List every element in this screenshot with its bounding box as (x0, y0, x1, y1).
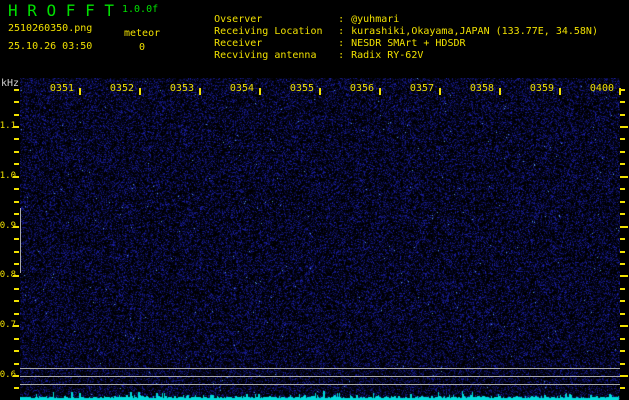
y-axis-tick-minor-left (14, 363, 19, 365)
chart-axes-layer: 1.1 1.0 0.9 0.8 0.7 0.6 0351 0352 0353 0354 0355 03… (0, 0, 629, 400)
y-axis-tick-minor-left (14, 387, 19, 389)
x-axis-label: 0355 (289, 83, 314, 94)
y-axis-tick-major-right (620, 126, 628, 128)
y-axis-tick-minor-left (14, 114, 19, 116)
y-axis-label: 1.0 (0, 171, 16, 181)
y-axis-tick-major-right (620, 275, 628, 277)
x-axis-label: 0354 (229, 83, 254, 94)
y-axis-tick-minor-right (620, 251, 625, 253)
y-axis-tick-minor-left (14, 300, 19, 302)
y-axis-tick-minor-right (620, 201, 625, 203)
y-axis-tick-minor-left (14, 163, 19, 165)
y-axis-tick-minor-left (14, 151, 19, 153)
y-axis-tick-minor-left (14, 188, 19, 190)
y-axis-tick-minor-right (620, 288, 625, 290)
y-axis-tick-minor-right (620, 138, 625, 140)
reference-line (20, 376, 620, 377)
y-axis-tick-minor-right (620, 363, 625, 365)
y-axis-tick-minor-left (14, 89, 19, 91)
y-axis-tick-minor-right (620, 151, 625, 153)
y-axis-tick-minor-left (14, 313, 19, 315)
y-axis-tick-minor-left (14, 101, 19, 103)
x-axis-label: 0400 (589, 83, 614, 94)
y-axis-tick-minor-right (620, 163, 625, 165)
reference-line (20, 384, 620, 385)
y-axis-label: 0.8 (0, 270, 16, 280)
y-axis-tick-minor-left (14, 263, 19, 265)
x-axis-label: 0351 (49, 83, 74, 94)
x-axis-tick (79, 88, 81, 95)
x-axis-tick (499, 88, 501, 95)
x-axis-label: 0356 (349, 83, 374, 94)
x-axis-label: 0359 (529, 83, 554, 94)
x-axis-label: 0358 (469, 83, 494, 94)
y-axis-tick-minor-right (620, 263, 625, 265)
y-axis-tick-minor-right (620, 114, 625, 116)
x-axis-tick (259, 88, 261, 95)
y-axis-tick-minor-right (620, 350, 625, 352)
y-axis-tick-major-right (620, 226, 628, 228)
y-axis-label: 0.9 (0, 221, 16, 231)
y-axis-tick-major-right (620, 325, 628, 327)
y-axis-tick-minor-right (620, 238, 625, 240)
y-axis-tick-minor-left (14, 338, 19, 340)
x-axis-label: 0352 (109, 83, 134, 94)
x-axis-label: 0357 (409, 83, 434, 94)
y-axis-tick-minor-left (14, 288, 19, 290)
y-axis-tick-minor-left (14, 350, 19, 352)
y-axis-tick-minor-left (14, 213, 19, 215)
reference-line (20, 368, 620, 369)
frequency-band-marker (20, 208, 21, 273)
y-axis-tick-minor-left (14, 138, 19, 140)
x-axis-tick (199, 88, 201, 95)
x-axis-tick (319, 88, 321, 95)
y-axis-tick-minor-left (14, 238, 19, 240)
y-axis-label: 0.7 (0, 320, 16, 330)
y-axis-tick-minor-right (620, 313, 625, 315)
y-axis-tick-major-right (620, 176, 628, 178)
y-axis-tick-minor-left (14, 201, 19, 203)
y-axis-tick-minor-left (14, 251, 19, 253)
x-axis-tick (139, 88, 141, 95)
y-axis-tick-major-right (620, 375, 628, 377)
x-axis-tick (559, 88, 561, 95)
y-axis-label: 1.1 (0, 121, 16, 131)
y-axis-tick-minor-right (620, 101, 625, 103)
y-axis-label: 0.6 (0, 370, 16, 380)
x-axis-tick (379, 88, 381, 95)
hrofft-window: H R O F F T 1.0.0f 2510260350.png meteor… (0, 0, 629, 400)
x-axis-tick (619, 88, 621, 95)
x-axis-tick (439, 88, 441, 95)
y-axis-tick-minor-right (620, 338, 625, 340)
y-axis-tick-minor-right (620, 188, 625, 190)
y-axis-tick-minor-right (620, 387, 625, 389)
x-axis-label: 0353 (169, 83, 194, 94)
y-axis-tick-minor-right (620, 213, 625, 215)
y-axis-tick-minor-right (620, 300, 625, 302)
